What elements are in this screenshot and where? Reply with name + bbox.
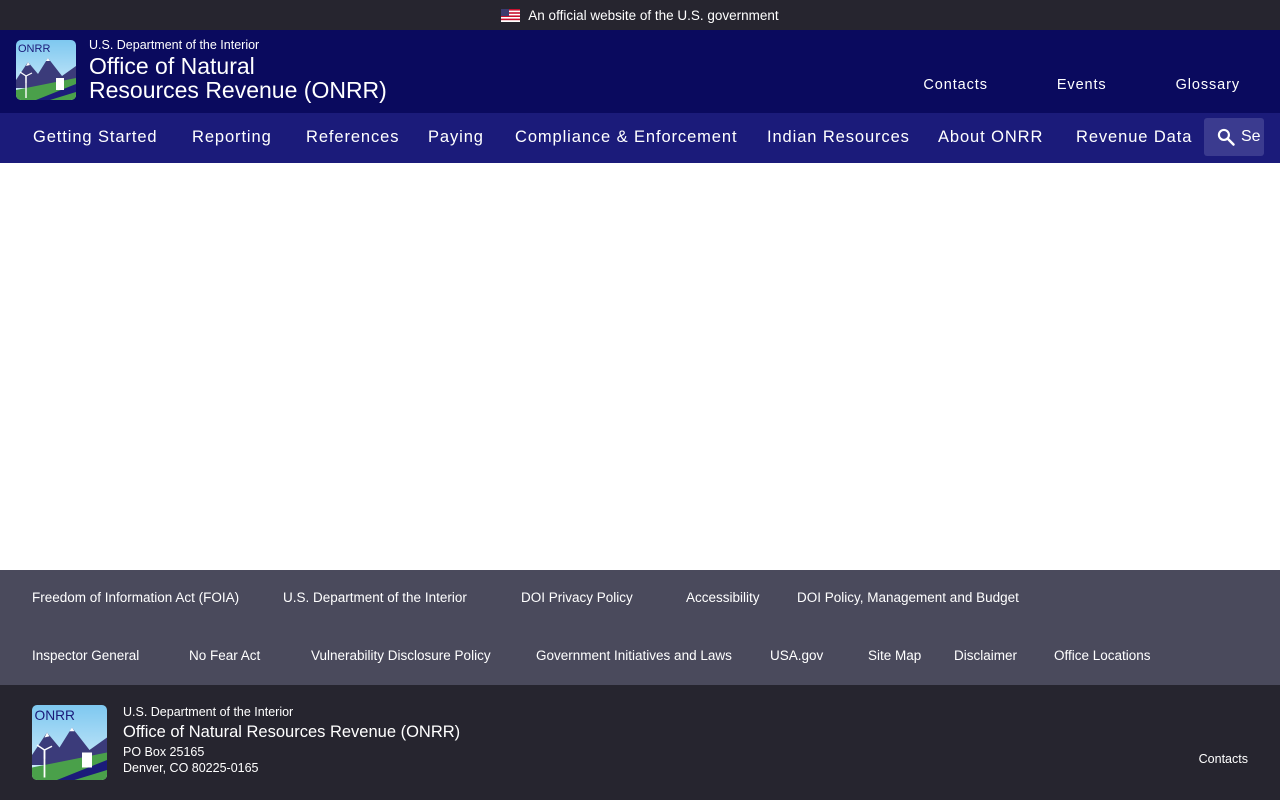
footer-link-doi-policy[interactable]: DOI Policy, Management and Budget	[797, 590, 1019, 605]
search-box[interactable]	[1204, 118, 1264, 156]
footer-link-site-map[interactable]: Site Map	[868, 648, 921, 663]
footer-link-gov-initiatives[interactable]: Government Initiatives and Laws	[536, 648, 732, 663]
onrr-logo-graphic: ONRR	[16, 40, 76, 100]
gov-banner: An official website of the U.S. governme…	[0, 0, 1280, 30]
nav-item-getting-started[interactable]: Getting Started	[33, 128, 157, 147]
footer-bottom: ONRR U.S. Department of the Interior Off…	[0, 685, 1280, 800]
search-icon[interactable]	[1216, 127, 1236, 147]
footer-links: Freedom of Information Act (FOIA) U.S. D…	[0, 570, 1280, 685]
main-nav: Getting Started Reporting References Pay…	[0, 113, 1280, 163]
footer-link-office-locations[interactable]: Office Locations	[1054, 648, 1151, 663]
footer-link-usa-gov[interactable]: USA.gov	[770, 648, 823, 663]
nav-item-revenue-data[interactable]: Revenue Data	[1076, 128, 1192, 147]
site-header: ONRR U.S. Department of the Interior Off…	[0, 30, 1280, 113]
department-name: U.S. Department of the Interior	[89, 38, 260, 52]
top-link-contacts[interactable]: Contacts	[923, 77, 987, 93]
utility-nav: Contacts Events Glossary	[923, 77, 1240, 93]
office-name[interactable]: Office of Natural Resources Revenue (ONR…	[89, 54, 409, 102]
footer-department: U.S. Department of the Interior	[123, 705, 294, 719]
onrr-logo[interactable]: ONRR	[16, 40, 76, 100]
footer-address-line2: Denver, CO 80225-0165	[123, 761, 259, 775]
logo-text: ONRR	[18, 43, 50, 55]
nav-item-paying[interactable]: Paying	[428, 128, 484, 147]
footer-office-name: Office of Natural Resources Revenue (ONR…	[123, 723, 461, 741]
us-flag-icon	[501, 8, 521, 22]
footer-logo-graphic: ONRR	[32, 705, 107, 780]
office-name-line2: Resources Revenue (ONRR)	[89, 77, 387, 103]
nav-item-about-onrr[interactable]: About ONRR	[938, 128, 1043, 147]
footer-link-no-fear-act[interactable]: No Fear Act	[189, 648, 260, 663]
footer-link-doi[interactable]: U.S. Department of the Interior	[283, 590, 467, 605]
footer-contacts-link[interactable]: Contacts	[1199, 752, 1248, 766]
footer-link-accessibility[interactable]: Accessibility	[686, 590, 760, 605]
footer-link-privacy[interactable]: DOI Privacy Policy	[521, 590, 633, 605]
office-name-line1: Office of Natural	[89, 53, 255, 79]
footer-link-vulnerability[interactable]: Vulnerability Disclosure Policy	[311, 648, 491, 663]
footer-link-disclaimer[interactable]: Disclaimer	[954, 648, 1017, 663]
main-content	[0, 163, 1280, 570]
footer-address-line1: PO Box 25165	[123, 745, 205, 759]
nav-item-references[interactable]: References	[306, 128, 399, 147]
nav-item-indian-resources[interactable]: Indian Resources	[767, 128, 910, 147]
footer-link-foia[interactable]: Freedom of Information Act (FOIA)	[32, 590, 239, 605]
footer-logo-text: ONRR	[35, 708, 76, 723]
nav-item-reporting[interactable]: Reporting	[192, 128, 272, 147]
top-link-events[interactable]: Events	[1057, 77, 1107, 93]
footer-link-inspector-general[interactable]: Inspector General	[32, 648, 139, 663]
search-input[interactable]	[1241, 128, 1261, 146]
nav-item-compliance-enforcement[interactable]: Compliance & Enforcement	[515, 128, 737, 147]
gov-banner-text: An official website of the U.S. governme…	[528, 7, 779, 23]
top-link-glossary[interactable]: Glossary	[1176, 77, 1240, 93]
footer-onrr-logo[interactable]: ONRR	[32, 705, 107, 780]
